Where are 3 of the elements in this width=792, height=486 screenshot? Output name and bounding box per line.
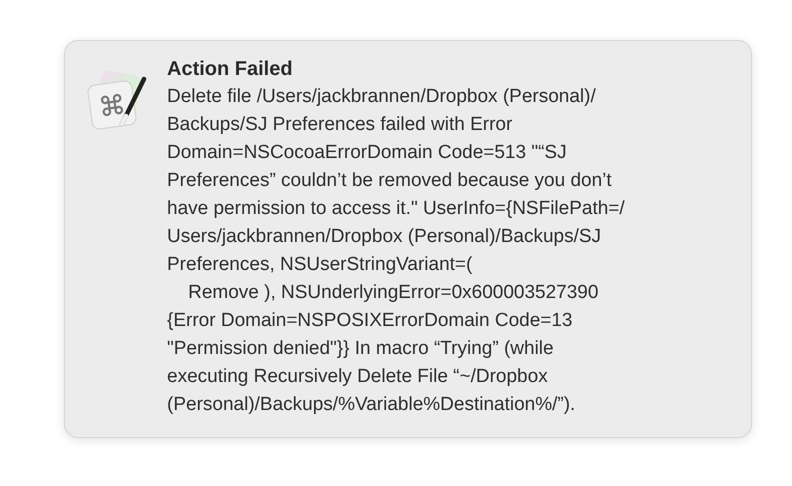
notification-card[interactable] xyxy=(64,40,752,438)
notification-title: Action Failed xyxy=(167,57,294,82)
notification-message: Delete file /Users/jackbrannen/Dropbox (Personal)/ Backups/SJ Preferences failed with Error Domain=NSCocoaErrorDomain Code=513 "“SJ Preferences” couldn’t be removed because you don’t have permission to access it." UserInfo={NSFilePath=/ Users/jackbrannen/Dropbox (Personal)/Backups/SJ Preferences, NSUserStringVariant=( Remove ), NSUnderlyingError=0x600003527390 {Error Domain=NSPOSIXErrorDomain Code=13 "Permission denied"}} In macro “Trying” (while executing Recursively Delete File “~/Dropbox (Personal)/Backups/%Variable%Destination%/”). xyxy=(167,85,625,417)
